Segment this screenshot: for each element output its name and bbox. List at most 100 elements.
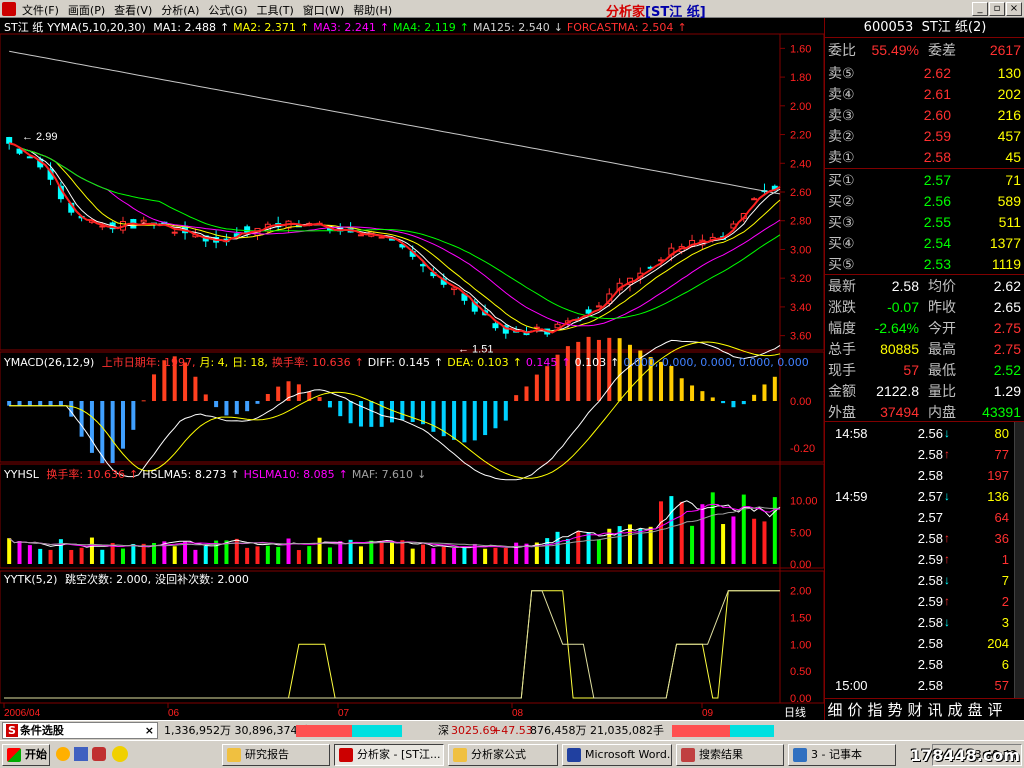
tick-row[interactable]: 14:58 2.56 ↓ 80 [827,423,1023,444]
quicklaunch-messenger-icon[interactable] [112,746,128,762]
tick-volume: 6 [1001,657,1009,672]
tick-row[interactable]: 2.58 204 [827,633,1023,654]
tick-scrollbar[interactable] [1014,422,1024,698]
order-book-row[interactable]: 卖① 2.58 45 [827,147,1023,168]
menu-item-5[interactable]: 工具(T) [256,4,293,17]
tick-row[interactable]: 2.58 ↓ 7 [827,570,1023,591]
turnover-bar [358,546,363,564]
tick-price: 2.58 [917,468,943,483]
y-tick-label: 2.20 [790,130,811,142]
weicha-value: 2617 [989,42,1021,58]
trend-arrow-icon: ↑ [219,21,230,34]
menu-item-2[interactable]: 查看(V) [114,4,152,17]
quote-tab-2[interactable]: 指 [865,699,885,721]
price-indicator-line: ST江 纸 YYMA(5,10,20,30) MA1: 2.488 ↑ MA2: 2.… [4,21,691,35]
tick-price: 2.59 [917,552,943,567]
app-icon[interactable] [2,2,16,16]
x-tick-label: 07 [338,708,350,719]
macd-bar [224,401,229,416]
order-book-row[interactable]: 买③ 2.55 511 [827,212,1023,233]
turnover-bar [276,546,281,564]
quicklaunch-browser-icon[interactable] [56,747,70,761]
task-notepad[interactable]: 3 - 记事本 [788,744,896,766]
tick-row[interactable]: 14:59 2.57 ↓ 136 [827,486,1023,507]
order-book-row[interactable]: 买① 2.57 71 [827,170,1023,191]
order-level-label: 卖① [828,149,855,165]
tick-row[interactable]: 2.57 64 [827,507,1023,528]
quote-tab-6[interactable]: 成 [945,699,965,721]
order-book-row[interactable]: 卖② 2.59 457 [827,126,1023,147]
macd-indicator-line: YMACD(26,12,9) 上市日期年: 1997, 月: 4, 日: 18, 换手… [4,356,813,370]
tick-row[interactable]: 2.58 ↑ 36 [827,528,1023,549]
candle-body [420,264,427,267]
hsl-indicator-line: YYHSL 换手率: 10.636 ↑ HSLMA5: 8.273 ↑ HSLMA10:… [4,468,430,482]
quicklaunch-desktop-icon[interactable] [74,747,88,761]
chart-area[interactable]: 3.60 3.40 3.20 3.00 2.80 2.60 2.40 2.20 2.00 1.80… [0,18,825,720]
task-analyst-formula[interactable]: 分析家公式 [448,744,558,766]
tick-row[interactable]: 2.59 ↑ 2 [827,591,1023,612]
task-analyst-main[interactable]: 分析家 - [ST江... [334,744,444,766]
menu-item-0[interactable]: 文件(F) [22,4,59,17]
tick-row[interactable]: 2.58 ↓ 3 [827,612,1023,633]
quote-tab-5[interactable]: 讯 [925,699,945,721]
tick-row[interactable]: 15:00 2.58 57 [827,675,1023,696]
order-book-row[interactable]: 买② 2.56 589 [827,191,1023,212]
menu-item-7[interactable]: 帮助(H) [353,4,392,17]
quote-tab-8[interactable]: 评 [985,699,1005,721]
macd-bar [214,401,219,408]
task-research-report[interactable]: 研究报告 [222,744,330,766]
macd-bar [120,401,125,449]
task-search-results[interactable]: 搜索结果 [676,744,784,766]
tick-volume: 1 [1001,552,1009,567]
y-tick-label: 1.50 [790,613,811,625]
quote-tab-0[interactable]: 细 [825,699,845,721]
task-label: Microsoft Word... [585,748,672,761]
filter-close-icon[interactable]: × [145,723,154,738]
tick-row[interactable]: 2.58 6 [827,654,1023,675]
task-word[interactable]: Microsoft Word... [562,744,672,766]
macd-bar [627,344,632,401]
period-label[interactable]: 日线 [784,705,806,719]
tick-row[interactable]: 2.58 197 [827,465,1023,486]
turnover-bar [100,549,105,564]
condition-filter[interactable]: S 条件选股 × [2,722,158,739]
menu-item-1[interactable]: 画面(P) [68,4,105,17]
tick-volume: 3 [1001,615,1009,630]
tick-row[interactable]: 2.59 ↑ 1 [827,549,1023,570]
trend-arrow-icon: ↑ [379,21,390,34]
stat-label: 最高 [928,341,956,357]
turnover-bar [58,539,63,564]
y-tick-label: 1.60 [790,43,811,55]
tick-price: 2.58 [917,447,943,462]
quote-tab-3[interactable]: 势 [885,699,905,721]
order-level-label: 买⑤ [828,256,855,272]
y-tick-label: 2.40 [790,158,811,170]
order-book-row[interactable]: 买⑤ 2.53 1119 [827,254,1023,275]
folder-icon [453,748,467,762]
stat-label: 内盘 [928,404,956,420]
quote-tab-1[interactable]: 价 [845,699,865,721]
order-volume: 130 [997,65,1021,81]
order-book-row[interactable]: 卖③ 2.60 216 [827,105,1023,126]
indicator-value: MA125: 2.540 [472,21,550,34]
minimize-button[interactable]: _ [972,2,988,16]
order-price: 2.55 [923,214,951,230]
order-book-row[interactable]: 买④ 2.54 1377 [827,233,1023,254]
menu-item-6[interactable]: 窗口(W) [303,4,344,17]
start-button[interactable]: 开始 [2,744,50,766]
close-button[interactable]: × [1006,2,1022,16]
restore-button[interactable]: ▫ [989,2,1005,16]
order-book-row[interactable]: 卖④ 2.61 202 [827,84,1023,105]
quote-tab-4[interactable]: 财 [905,699,925,721]
macd-bar [700,391,705,401]
quote-tab-7[interactable]: 盘 [965,699,985,721]
turnover-bar [710,492,715,564]
menu-item-4[interactable]: 公式(G) [208,4,247,17]
menu-item-3[interactable]: 分析(A) [161,4,199,17]
stat-value: 2.75 [993,320,1021,336]
tick-row[interactable]: 2.58 ↑ 77 [827,444,1023,465]
stat-row: 涨跌 -0.07 昨收 2.65 [827,297,1023,318]
quicklaunch-media-icon[interactable] [92,747,106,761]
turnover-bar [255,546,260,564]
order-book-row[interactable]: 卖⑤ 2.62 130 [827,63,1023,84]
